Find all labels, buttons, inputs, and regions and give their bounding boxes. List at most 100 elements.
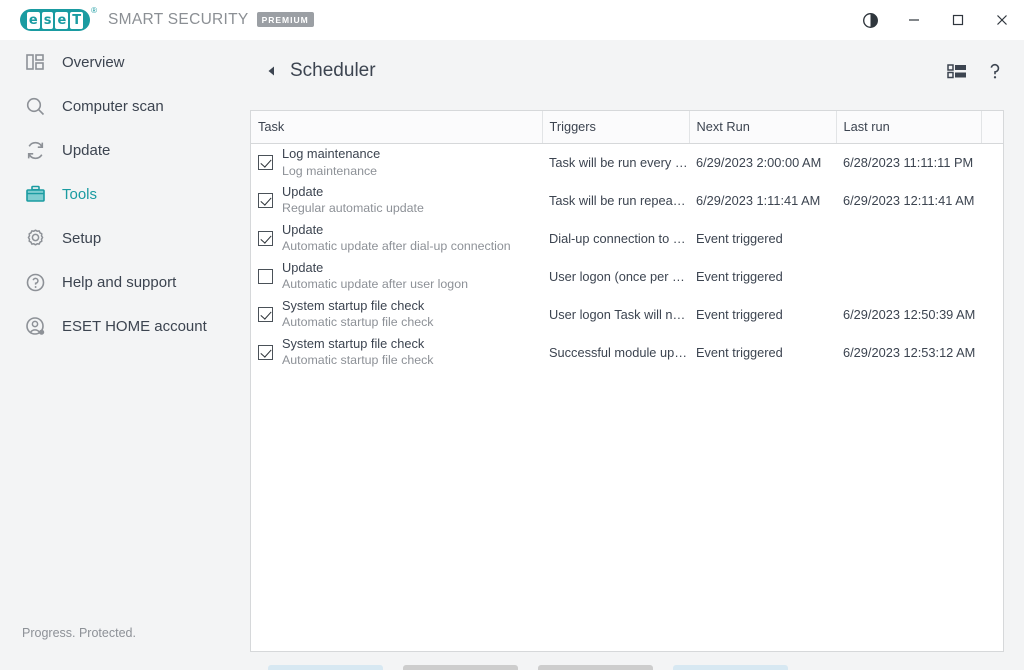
task-description: Automatic update after user logon (282, 277, 468, 292)
cell-triggers-text: Dial-up connection to … (549, 230, 686, 246)
task-name: Update (282, 260, 324, 275)
cell-last-run: 6/29/2023 12:53:12 AM (836, 333, 981, 371)
page-title: Scheduler (290, 60, 376, 81)
minimize-button[interactable] (892, 0, 936, 40)
cell-extra (981, 257, 1003, 295)
refresh-icon (22, 137, 48, 163)
cell-next-run-text: 6/29/2023 1:11:41 AM (696, 192, 821, 208)
sidebar-item-overview[interactable]: Overview (0, 40, 250, 84)
cell-last-run-text: 6/29/2023 12:50:39 AM (843, 306, 976, 322)
cell-next-run: Event triggered (689, 257, 836, 295)
close-button[interactable] (980, 0, 1024, 40)
table-row[interactable]: Log maintenance Log maintenance Task will … (251, 143, 1003, 181)
cell-extra (981, 143, 1003, 181)
task-enabled-checkbox[interactable] (258, 230, 273, 246)
cell-next-run: Event triggered (689, 333, 836, 371)
minimize-icon (909, 19, 919, 21)
scheduler-table: Task Triggers Next Run Last run Log main… (251, 111, 1003, 371)
task-description: Log maintenance (282, 163, 378, 178)
column-header-next-run[interactable]: Next Run (689, 111, 837, 144)
task-name: System startup file check (282, 298, 425, 313)
content-area: Scheduler Task Triggers Next Run Last ru… (250, 40, 1024, 670)
cell-task: Log maintenance Log maintenance (251, 143, 542, 181)
sidebar-item-help-and-support[interactable]: Help and support (0, 260, 250, 304)
sidebar-item-update[interactable]: Update (0, 128, 250, 172)
cell-extra (981, 181, 1003, 219)
table-row[interactable]: System startup file check Automatic start… (251, 295, 1003, 333)
add-task-button[interactable]: Add task (268, 665, 383, 670)
dashboard-icon (22, 49, 48, 75)
task-enabled-checkbox[interactable] (258, 154, 273, 170)
cell-next-run-text: 6/29/2023 2:00:00 AM (696, 154, 822, 170)
cell-triggers: Successful module up… (542, 333, 689, 371)
maximize-button[interactable] (936, 0, 980, 40)
edit-button[interactable]: Edit (403, 665, 518, 670)
cell-extra (981, 219, 1003, 257)
content-header: Scheduler (250, 40, 1024, 102)
task-enabled-checkbox[interactable] (258, 268, 273, 284)
cell-triggers: Task will be run every … (542, 143, 689, 181)
cell-extra (981, 295, 1003, 333)
sidebar-item-tools[interactable]: Tools (0, 172, 250, 216)
table-header-row: Task Triggers Next Run Last run (251, 111, 1003, 144)
task-description: Automatic update after dial-up connectio… (282, 239, 511, 254)
maximize-icon (952, 14, 964, 26)
column-header-triggers[interactable]: Triggers (542, 111, 690, 144)
task-enabled-checkbox[interactable] (258, 306, 273, 322)
task-enabled-checkbox[interactable] (258, 344, 273, 360)
scheduler-table-container[interactable]: Task Triggers Next Run Last run Log main… (250, 110, 1004, 652)
cell-next-run-text: Event triggered (696, 230, 783, 246)
table-row[interactable]: Update Automatic update after user logon U… (251, 257, 1003, 295)
cell-triggers: User logon Task will n… (542, 295, 689, 333)
cell-next-run-text: Event triggered (696, 268, 783, 284)
eset-main-window: eseT ® SMART SECURITY PREMIUM Overview C… (0, 0, 1024, 670)
sidebar-item-eset-home-account[interactable]: ESET HOME account (0, 304, 250, 348)
sidebar-item-label: Update (62, 141, 111, 159)
cell-task: System startup file check Automatic start… (251, 333, 542, 371)
column-header-extra[interactable] (981, 111, 1003, 144)
default-button[interactable]: Default (673, 665, 788, 670)
cell-next-run: Event triggered (689, 295, 836, 333)
question-circle-icon (22, 269, 48, 295)
delete-button[interactable]: Delete (538, 665, 653, 670)
sidebar-item-label: Setup (62, 229, 102, 247)
user-circle-icon (22, 313, 48, 339)
cell-last-run-text: 6/28/2023 11:11:11 PM (843, 154, 974, 170)
table-row[interactable]: Update Regular automatic update Task will … (251, 181, 1003, 219)
cell-task: Update Regular automatic update (251, 181, 542, 219)
protection-status-text: Progress. Protected. (22, 626, 136, 640)
sidebar-item-label: Help and support (62, 273, 177, 291)
table-row[interactable]: System startup file check Automatic start… (251, 333, 1003, 371)
close-icon (997, 15, 1007, 25)
sidebar-item-setup[interactable]: Setup (0, 216, 250, 260)
contrast-icon (862, 12, 878, 28)
cell-triggers-text: User logon Task will n… (549, 306, 686, 322)
back-arrow-icon[interactable] (262, 61, 282, 81)
cell-triggers-text: Task will be run repeat… (549, 192, 689, 208)
column-header-task[interactable]: Task (251, 111, 543, 144)
sidebar-item-label: Tools (62, 185, 98, 203)
window-controls (848, 0, 1024, 40)
cell-last-run: 6/29/2023 12:50:39 AM (836, 295, 981, 333)
action-button-bar: Add task Edit Delete (250, 665, 1004, 670)
column-header-last-run[interactable]: Last run (836, 111, 982, 144)
theme-toggle-button[interactable] (848, 0, 892, 40)
cell-next-run: 6/29/2023 2:00:00 AM (689, 143, 836, 181)
list-view-icon[interactable] (946, 60, 968, 82)
table-row[interactable]: Update Automatic update after dial-up con… (251, 219, 1003, 257)
cell-next-run-text: Event triggered (696, 344, 783, 360)
sidebar-item-computer-scan[interactable]: Computer scan (0, 84, 250, 128)
sidebar-item-label: ESET HOME account (62, 317, 207, 335)
header-tool-icons (946, 60, 1006, 82)
help-icon[interactable] (984, 60, 1006, 82)
task-enabled-checkbox[interactable] (258, 192, 273, 208)
cell-last-run-text: 6/29/2023 12:11:41 AM (843, 192, 975, 208)
cell-next-run: Event triggered (689, 219, 836, 257)
search-icon (22, 93, 48, 119)
sidebar-item-label: Computer scan (62, 97, 164, 115)
task-name: System startup file check (282, 336, 425, 351)
registered-mark: ® (91, 6, 97, 15)
cell-triggers-text: Task will be run every … (549, 154, 688, 170)
sidebar-item-label: Overview (62, 53, 125, 71)
cell-last-run: 6/29/2023 12:11:41 AM (836, 181, 981, 219)
